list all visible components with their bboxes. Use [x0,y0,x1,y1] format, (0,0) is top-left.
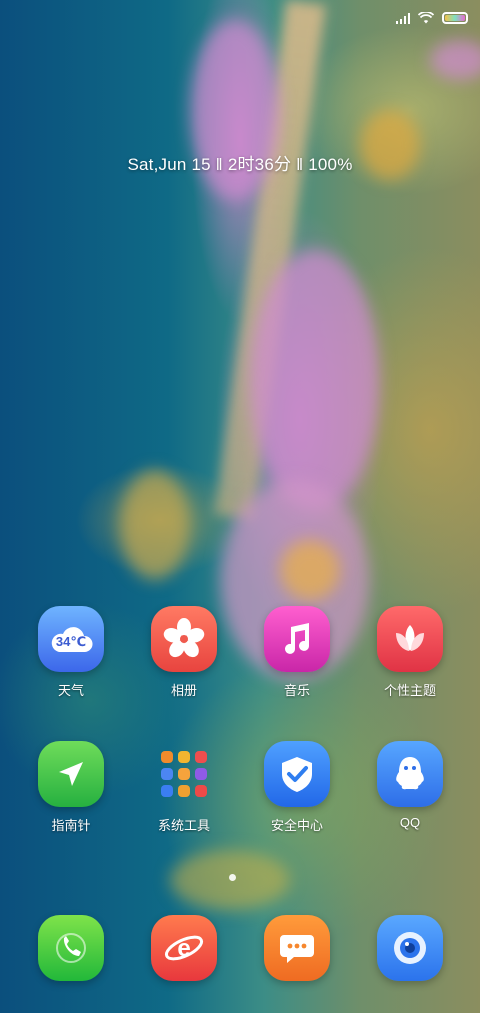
qq-penguin-icon[interactable] [377,741,443,807]
app-label-music: 音乐 [283,683,310,698]
phone-icon[interactable] [38,915,104,981]
app-compass[interactable]: 指南针 [23,741,119,834]
folder-icon[interactable] [151,741,217,807]
music-note-icon[interactable] [264,606,330,672]
app-themes[interactable]: 个性主题 [362,606,458,699]
app-gallery[interactable]: 相册 [136,606,232,699]
weather-icon[interactable]: 34℃ [38,606,104,672]
page-indicator-dot[interactable] [229,874,236,881]
browser-icon[interactable]: e [151,915,217,981]
svg-text:e: e [177,935,190,962]
app-label-weather: 天气 [57,683,84,698]
compass-arrow-icon[interactable] [38,741,104,807]
flower-icon[interactable] [151,606,217,672]
weather-temperature: 34℃ [55,634,87,649]
app-security[interactable]: 安全中心 [249,741,345,834]
app-music[interactable]: 音乐 [249,606,345,699]
shield-check-icon[interactable] [264,741,330,807]
app-label-themes: 个性主题 [383,683,436,698]
app-label-qq: QQ [399,815,421,830]
app-label-security: 安全中心 [270,818,323,833]
app-system-tools-folder[interactable]: 系统工具 [136,741,232,834]
status-bar [396,8,468,28]
app-weather[interactable]: 34℃ 天气 [23,606,119,699]
camera-icon[interactable] [377,915,443,981]
lotus-icon[interactable] [377,606,443,672]
wifi-icon [418,12,434,24]
app-label-compass: 指南针 [51,818,91,833]
chat-bubbles-icon[interactable] [264,915,330,981]
date-time-widget: Sat,Jun 15 ‖ 2时36分 ‖ 100% [127,155,353,174]
app-label-gallery: 相册 [170,683,197,698]
battery-fill [445,15,465,21]
app-label-system-tools: 系统工具 [157,818,210,833]
dock-camera[interactable] [362,915,458,981]
dock-browser[interactable]: e [136,915,232,981]
app-qq[interactable]: QQ [362,741,458,830]
dock-phone[interactable] [23,915,119,981]
signal-icon [396,12,410,24]
battery-icon [442,12,468,24]
dock-messages[interactable] [249,915,345,981]
